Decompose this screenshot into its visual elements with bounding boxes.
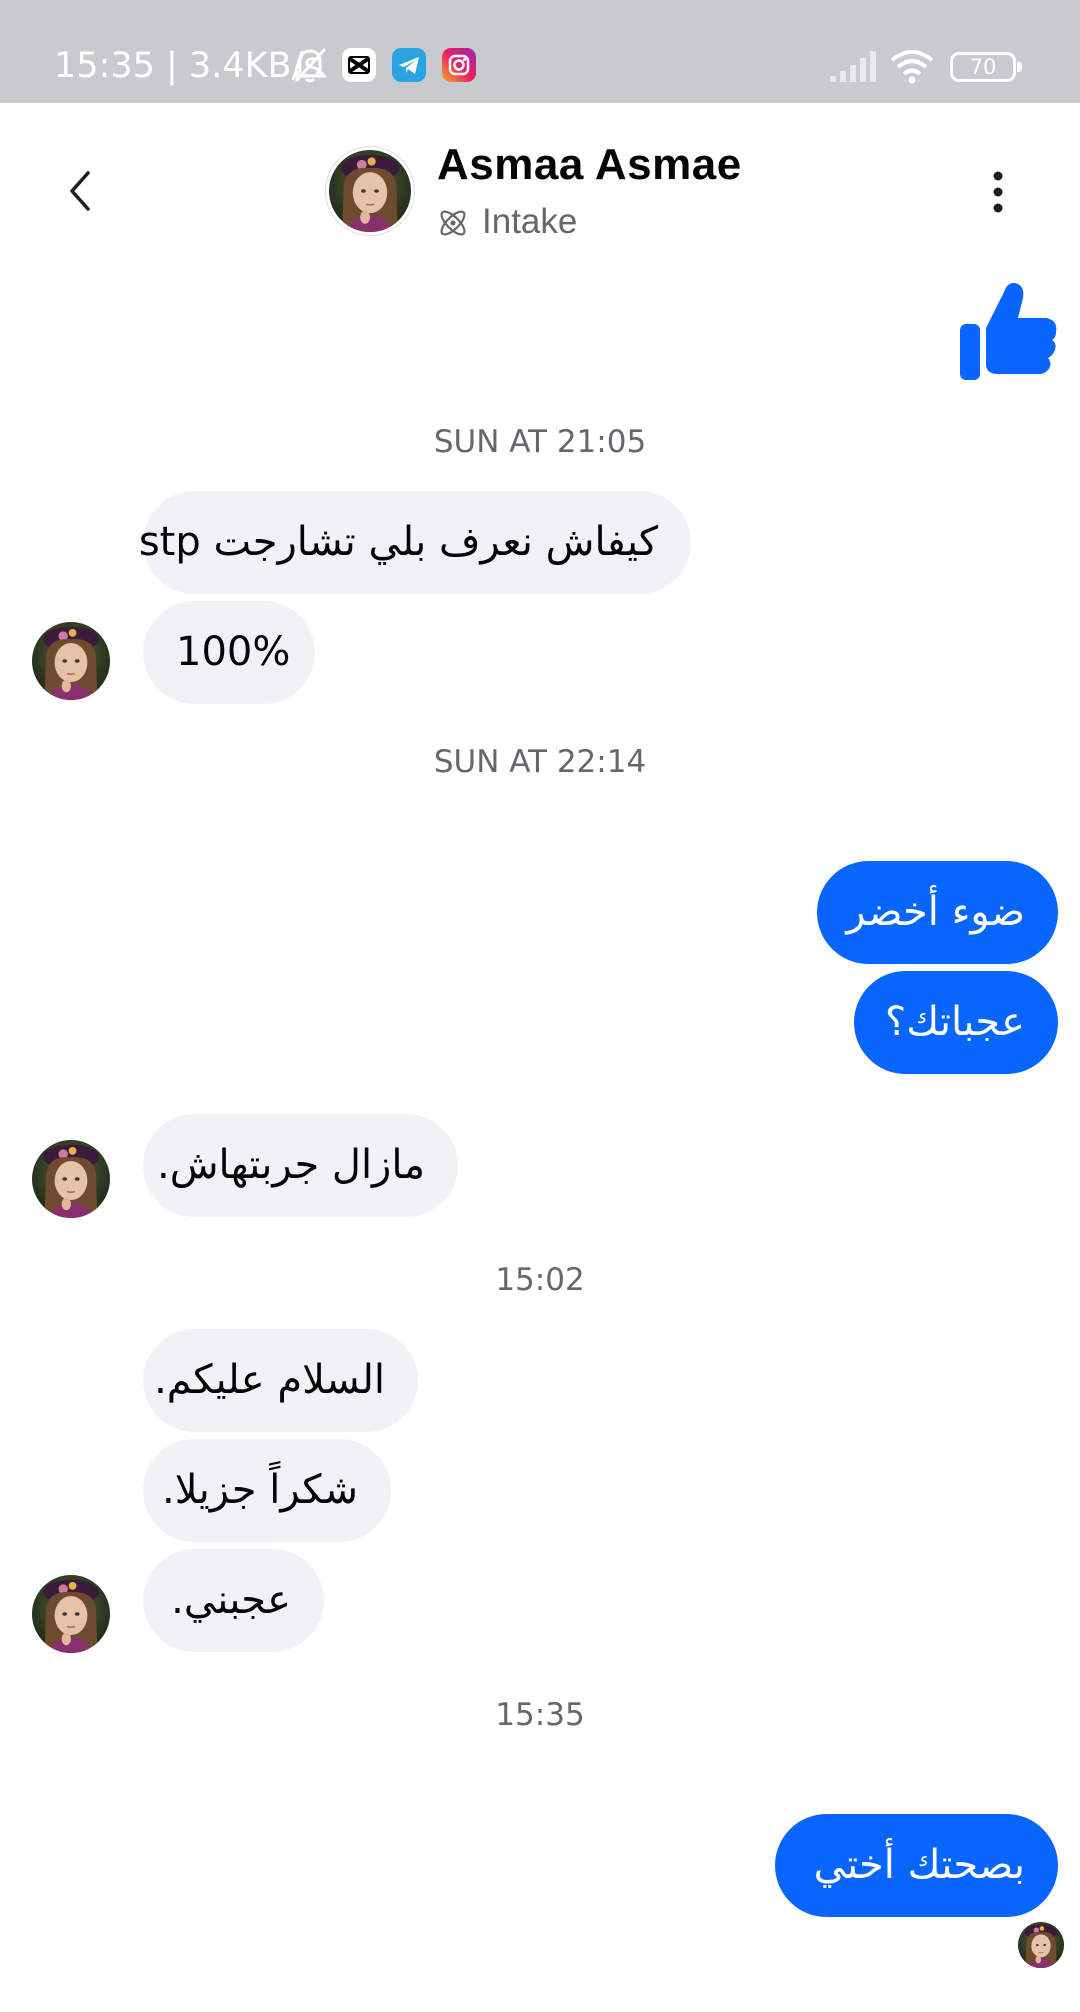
message-bubble[interactable]: عجبني.: [143, 1549, 324, 1652]
message-bubble[interactable]: عجباتك؟: [854, 971, 1058, 1074]
capcut-icon: [342, 48, 376, 82]
message-bubble[interactable]: 100%: [143, 601, 315, 704]
battery-icon: 70: [950, 52, 1022, 82]
seen-avatar: [1018, 1922, 1064, 1968]
wifi-icon: [890, 50, 934, 84]
atom-icon: [440, 210, 466, 236]
contact-name[interactable]: Asmaa Asmae: [437, 140, 742, 190]
avatar[interactable]: [32, 1575, 110, 1653]
message-bubble[interactable]: كيفاش نعرف بلي تشارجت stp: [139, 491, 691, 594]
avatar[interactable]: [32, 1140, 110, 1218]
status-time: 15:35 | 3.4KB/s: [54, 46, 322, 86]
instagram-icon: [442, 48, 476, 82]
message-bubble[interactable]: ضوء أخضر: [817, 861, 1058, 964]
timestamp: 15:35: [495, 1697, 585, 1733]
message-bubble[interactable]: السلام عليكم.: [143, 1329, 418, 1432]
avatar[interactable]: [32, 622, 110, 700]
battery-level: 70: [969, 55, 997, 79]
status-bar: 15:35 | 3.4KB/s 70: [0, 0, 1080, 103]
timestamp: 15:02: [495, 1262, 585, 1298]
timestamp: SUN AT 22:14: [433, 744, 647, 780]
signal-icon: [830, 51, 876, 82]
thumbs-up-icon[interactable]: [958, 278, 1058, 382]
chevron-left-icon[interactable]: [60, 165, 100, 217]
message-bubble[interactable]: مازال جربتهاش.: [143, 1114, 458, 1217]
message-bubble[interactable]: بصحتك أختي: [775, 1814, 1058, 1917]
message-bubble[interactable]: شكراً جزيلا.: [143, 1439, 391, 1542]
telegram-icon: [392, 48, 426, 82]
more-vertical-icon[interactable]: [980, 168, 1016, 216]
timestamp: SUN AT 21:05: [433, 424, 647, 460]
avatar[interactable]: [326, 147, 414, 235]
bell-muted-icon: [292, 47, 328, 83]
contact-subtitle: Intake: [482, 202, 578, 241]
